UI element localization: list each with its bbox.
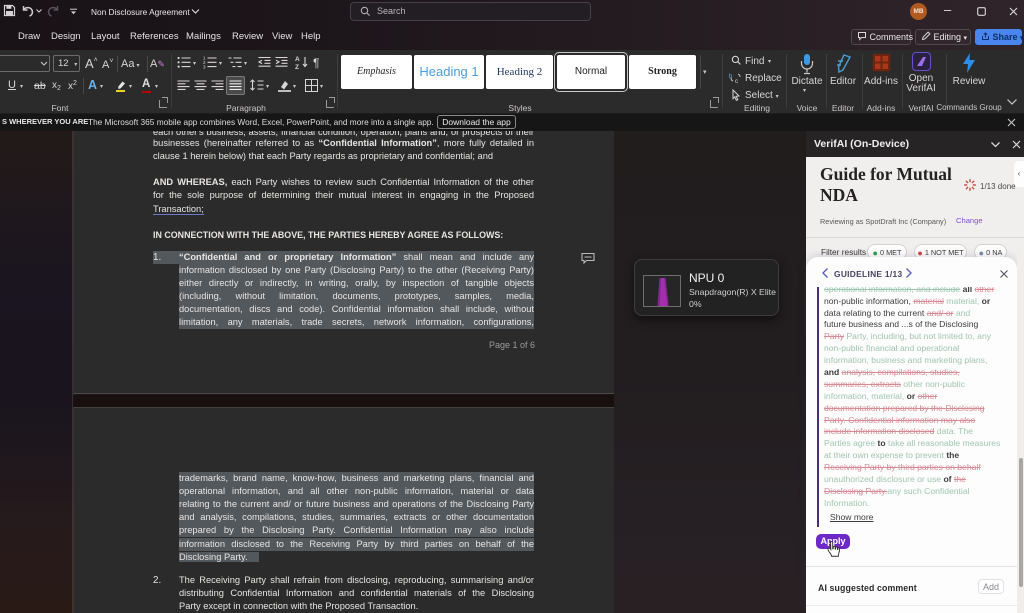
svg-text:Z: Z xyxy=(295,64,299,70)
svg-text:A: A xyxy=(295,56,300,63)
svg-text:c: c xyxy=(735,79,738,84)
svg-text:3: 3 xyxy=(203,64,206,69)
